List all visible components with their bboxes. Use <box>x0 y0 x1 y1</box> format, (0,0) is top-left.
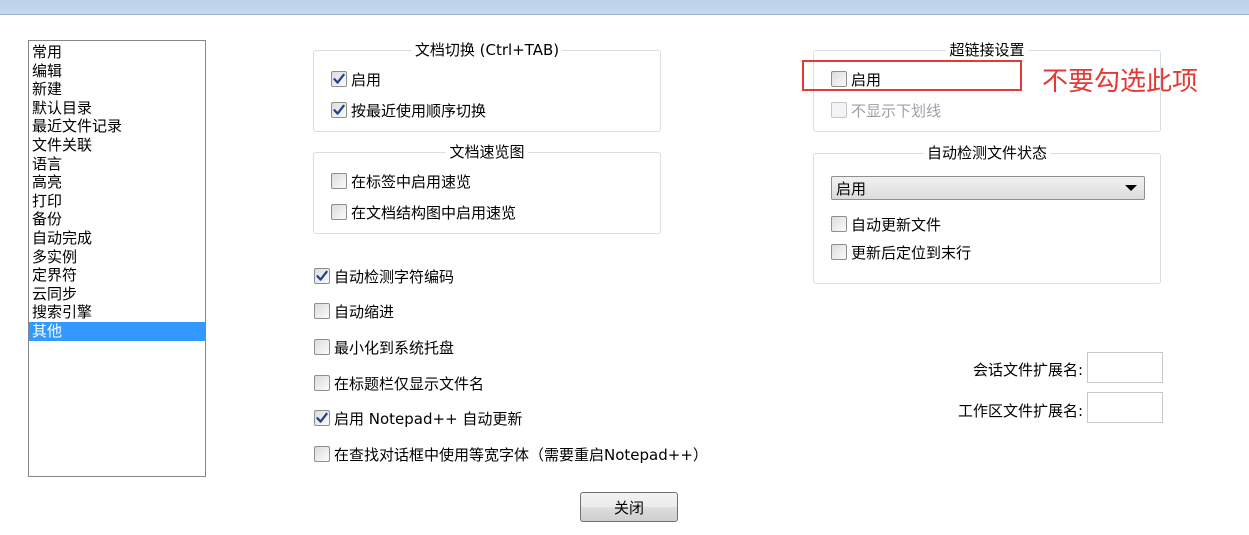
category-item[interactable]: 自动完成 <box>29 229 205 248</box>
checkbox-box[interactable] <box>331 71 347 87</box>
checkbox-box[interactable] <box>314 339 330 355</box>
workspace-ext-input[interactable] <box>1087 392 1163 423</box>
checkmark-icon <box>316 412 328 423</box>
minimize-tray-checkbox[interactable]: 最小化到系统托盘 <box>314 336 454 358</box>
doc-switch-title: 文档切换 (Ctrl+TAB) <box>411 41 563 59</box>
minimize-tray-label: 最小化到系统托盘 <box>334 338 455 357</box>
monospace-find-label: 在查找对话框中使用等宽字体（需要重启Notepad++） <box>334 445 708 464</box>
category-item[interactable]: 多实例 <box>29 248 205 267</box>
doc-switch-enable-checkbox[interactable]: 启用 <box>331 68 381 90</box>
close-button[interactable]: 关闭 <box>580 492 678 522</box>
file-status-goto-end-checkbox[interactable]: 更新后定位到末行 <box>831 241 971 263</box>
file-status-dropdown[interactable]: 启用 <box>831 176 1145 200</box>
auto-update-label: 启用 Notepad++ 自动更新 <box>334 409 523 428</box>
category-item[interactable]: 其他 <box>29 321 205 341</box>
checkbox-box[interactable] <box>314 446 330 462</box>
category-item[interactable]: 常用 <box>29 43 205 62</box>
doc-peek-map-checkbox[interactable]: 在文档结构图中启用速览 <box>331 201 516 223</box>
checkbox-box[interactable] <box>331 204 347 220</box>
hyperlink-no-underline-label: 不显示下划线 <box>851 101 942 120</box>
annotation-note: 不要勾选此项 <box>1042 67 1199 97</box>
doc-switch-enable-label: 启用 <box>351 70 382 89</box>
detect-encoding-checkbox[interactable]: 自动检测字符编码 <box>314 265 454 287</box>
category-item[interactable]: 备份 <box>29 210 205 229</box>
category-item[interactable]: 高亮 <box>29 173 205 192</box>
checkmark-icon <box>333 73 345 84</box>
category-item[interactable]: 最近文件记录 <box>29 117 205 136</box>
hyperlink-no-underline-checkbox: 不显示下划线 <box>831 99 941 121</box>
auto-indent-checkbox[interactable]: 自动缩进 <box>314 300 394 322</box>
doc-peek-tab-checkbox[interactable]: 在标签中启用速览 <box>331 170 471 192</box>
category-item[interactable]: 云同步 <box>29 285 205 304</box>
session-ext-label: 会话文件扩展名: <box>972 361 1083 379</box>
checkbox-box[interactable] <box>314 410 330 426</box>
category-item[interactable]: 语言 <box>29 155 205 174</box>
category-item[interactable]: 文件关联 <box>29 136 205 155</box>
checkbox-box[interactable] <box>331 173 347 189</box>
doc-switch-mru-checkbox[interactable]: 按最近使用顺序切换 <box>331 99 486 121</box>
title-bar-strip <box>0 0 1249 15</box>
auto-indent-label: 自动缩进 <box>334 302 395 321</box>
workspace-ext-label: 工作区文件扩展名: <box>957 402 1083 420</box>
file-status-selected: 启用 <box>836 179 867 198</box>
checkbox-box[interactable] <box>314 268 330 284</box>
category-item[interactable]: 打印 <box>29 192 205 211</box>
checkbox-box[interactable] <box>314 375 330 391</box>
category-item[interactable]: 搜索引擎 <box>29 303 205 322</box>
category-item[interactable]: 定界符 <box>29 266 205 285</box>
hyperlink-title: 超链接设置 <box>946 41 1028 59</box>
file-status-update-checkbox[interactable]: 自动更新文件 <box>831 213 941 235</box>
category-list[interactable]: 常用 编辑 新建 默认目录 最近文件记录 文件关联 语言 高亮 打印 备份 自动完成 多实例 定界符 云同… <box>28 40 206 477</box>
detect-encoding-label: 自动检测字符编码 <box>334 267 455 286</box>
title-filename-checkbox[interactable]: 在标题栏仅显示文件名 <box>314 372 484 394</box>
file-status-goto-end-label: 更新后定位到末行 <box>851 243 972 262</box>
session-ext-input[interactable] <box>1087 352 1163 383</box>
checkmark-icon <box>333 104 345 115</box>
annotation-highlight-box <box>802 60 1022 91</box>
checkbox-box <box>831 102 847 118</box>
checkbox-box[interactable] <box>831 244 847 260</box>
doc-peek-title: 文档速览图 <box>446 143 528 161</box>
doc-peek-tab-label: 在标签中启用速览 <box>351 172 472 191</box>
title-filename-label: 在标题栏仅显示文件名 <box>334 374 485 393</box>
checkbox-box[interactable] <box>314 303 330 319</box>
category-item[interactable]: 编辑 <box>29 62 205 81</box>
category-item[interactable]: 默认目录 <box>29 99 205 118</box>
chevron-down-icon[interactable] <box>1125 185 1137 191</box>
checkmark-icon <box>316 270 328 281</box>
close-button-label: 关闭 <box>613 498 644 517</box>
doc-switch-mru-label: 按最近使用顺序切换 <box>351 101 487 120</box>
file-status-update-label: 自动更新文件 <box>851 215 942 234</box>
auto-update-checkbox[interactable]: 启用 Notepad++ 自动更新 <box>314 407 522 429</box>
category-item[interactable]: 新建 <box>29 80 205 99</box>
doc-peek-map-label: 在文档结构图中启用速览 <box>351 203 517 222</box>
checkbox-box[interactable] <box>831 216 847 232</box>
monospace-find-checkbox[interactable]: 在查找对话框中使用等宽字体（需要重启Notepad++） <box>314 443 708 465</box>
file-status-title: 自动检测文件状态 <box>923 144 1050 162</box>
checkbox-box[interactable] <box>331 102 347 118</box>
